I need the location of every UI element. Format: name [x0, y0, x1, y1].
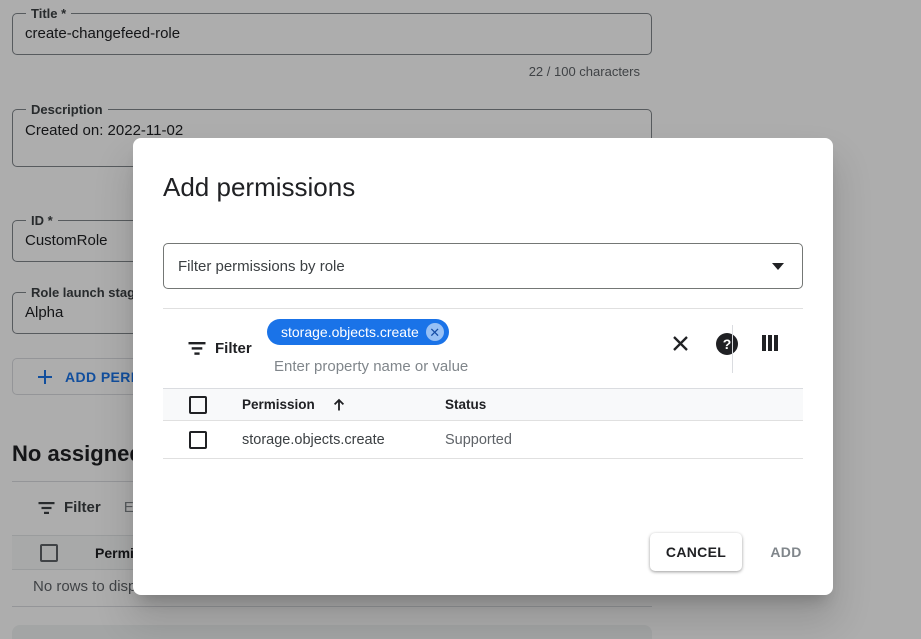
table-row[interactable]: storage.objects.create Supported: [163, 421, 803, 459]
row-permission-value: storage.objects.create: [242, 432, 445, 448]
add-permissions-dialog: Add permissions Filter permissions by ro…: [133, 138, 833, 595]
dialog-filter-label: Filter: [215, 340, 252, 357]
column-display-button[interactable]: [758, 331, 782, 355]
close-icon: [672, 335, 689, 352]
filter-chip[interactable]: storage.objects.create ✕: [267, 319, 449, 345]
permissions-table: Permission Status storage.objects.create…: [163, 388, 803, 459]
screen: Title * create-changefeed-role 22 / 100 …: [0, 0, 921, 639]
filter-permissions-by-role-dropdown[interactable]: Filter permissions by role: [163, 243, 803, 289]
permission-column-header[interactable]: Permission: [242, 397, 445, 413]
dialog-filter-button[interactable]: Filter: [188, 340, 252, 357]
role-dropdown-placeholder: Filter permissions by role: [178, 258, 345, 275]
row-status-value: Supported: [445, 432, 803, 448]
row-checkbox[interactable]: [189, 431, 207, 449]
dialog-footer: CANCEL ADD: [133, 533, 833, 571]
columns-icon: [762, 335, 778, 351]
help-icon: ?: [716, 333, 738, 355]
filter-help-button[interactable]: ?: [715, 332, 739, 356]
chevron-down-icon: [772, 263, 784, 270]
add-button[interactable]: ADD: [753, 533, 819, 571]
filter-chip-label: storage.objects.create: [281, 324, 419, 340]
dialog-filter-input-placeholder[interactable]: Enter property name or value: [274, 358, 468, 375]
clear-filters-button[interactable]: [668, 331, 692, 355]
dialog-title: Add permissions: [163, 172, 355, 203]
cancel-button[interactable]: CANCEL: [650, 533, 742, 571]
filter-icon: [188, 341, 206, 356]
dialog-filter-toolbar: Filter storage.objects.create ✕ Enter pr…: [163, 308, 803, 388]
toolbar-divider: [732, 325, 733, 373]
chip-remove-icon[interactable]: ✕: [426, 323, 444, 341]
permissions-table-header-row: Permission Status: [163, 388, 803, 421]
sort-ascending-icon[interactable]: [331, 397, 347, 413]
select-all-checkbox[interactable]: [189, 396, 207, 414]
status-column-header[interactable]: Status: [445, 397, 803, 412]
